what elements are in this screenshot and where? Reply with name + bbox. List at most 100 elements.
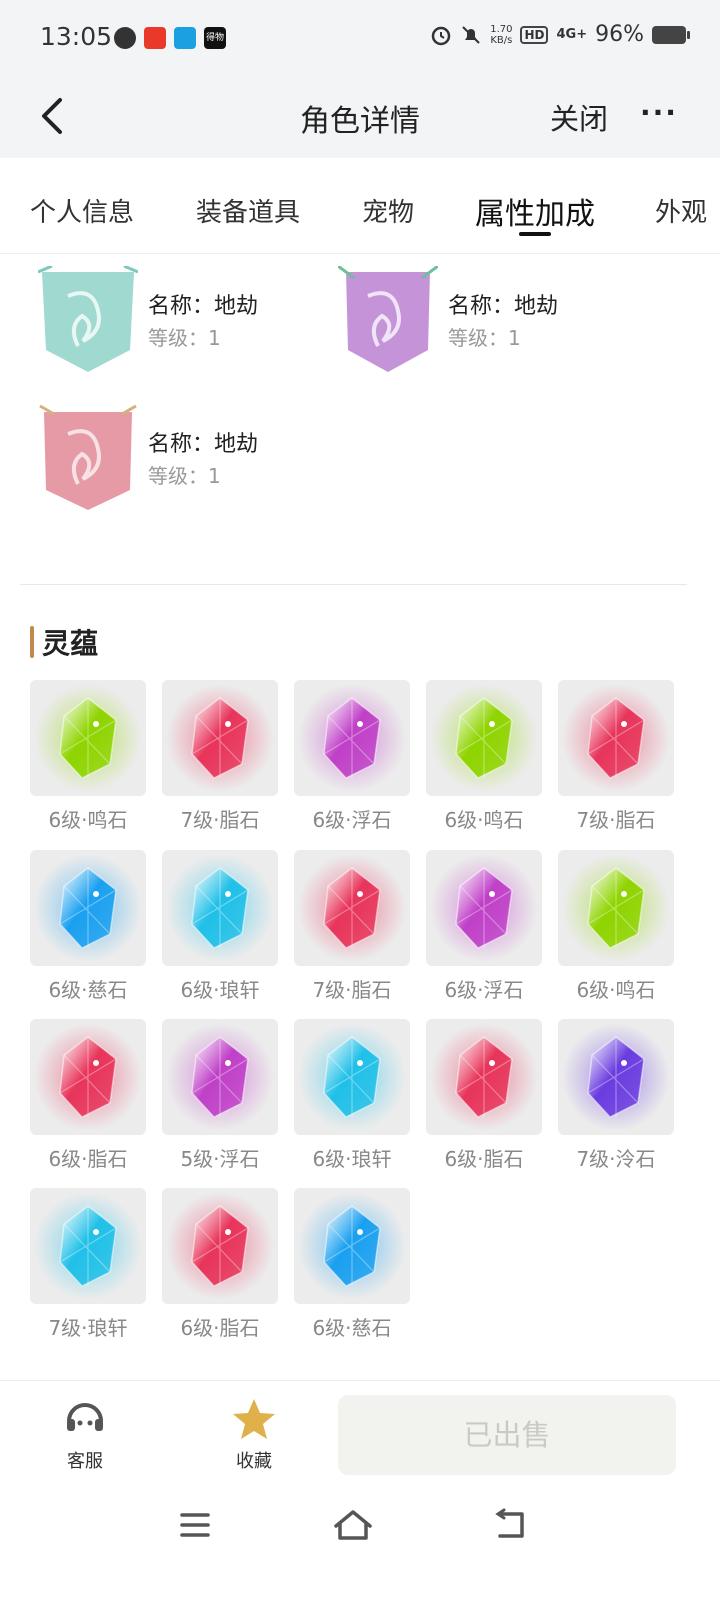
globe-icon [114, 27, 136, 49]
gem-red-icon [430, 1023, 538, 1131]
alarm-icon [431, 26, 451, 45]
gem-item[interactable]: 6级·鸣石 [30, 680, 146, 832]
gem-blue-icon [298, 1192, 406, 1300]
back-icon[interactable] [486, 1500, 536, 1550]
gem-green-icon [430, 684, 538, 792]
gem-tile [294, 680, 410, 796]
gem-cyan-icon [166, 854, 274, 962]
gem-item[interactable]: 7级·脂石 [162, 680, 278, 832]
tab-attribute-bonus[interactable]: 属性加成 [475, 189, 595, 233]
banner-item[interactable]: 名称：地劫 等级：1 [338, 266, 598, 376]
gem-item[interactable]: 6级·鸣石 [426, 680, 542, 832]
gem-label: 6级·慈石 [312, 1316, 392, 1340]
banner-level: 等级：1 [448, 326, 521, 350]
gem-green-icon [562, 854, 670, 962]
mute-bell-icon [462, 25, 480, 44]
menu-icon[interactable] [170, 1500, 220, 1550]
gem-label: 5级·浮石 [180, 1147, 260, 1171]
gem-item[interactable]: 7级·脂石 [558, 680, 674, 832]
gem-cyan-icon [298, 1023, 406, 1131]
gem-item[interactable]: 6级·琅轩 [294, 1019, 410, 1171]
gem-item[interactable]: 6级·脂石 [30, 1019, 146, 1171]
favorite-button[interactable]: 收藏 [214, 1397, 294, 1473]
banner-item[interactable]: 名称：地劫 等级：1 [38, 266, 298, 376]
gem-tile [162, 1019, 278, 1135]
gem-tile [426, 680, 542, 796]
gem-tile [30, 680, 146, 796]
gem-label: 7级·脂石 [180, 808, 260, 832]
gem-violet-icon [562, 1023, 670, 1131]
gem-item[interactable]: 6级·慈石 [30, 850, 146, 1002]
tab-appearance[interactable]: 外观 [655, 192, 707, 229]
sold-out-button[interactable]: 已出售 [338, 1395, 676, 1475]
network-speed: 1.70 KB/s [490, 23, 513, 46]
gem-item[interactable]: 7级·琅轩 [30, 1188, 146, 1340]
banner-item[interactable]: 名称：地劫 等级：1 [38, 404, 298, 514]
gem-label: 6级·脂石 [444, 1147, 524, 1171]
gem-item[interactable]: 6级·脂石 [162, 1188, 278, 1340]
gem-label: 7级·脂石 [312, 978, 392, 1002]
banner-name: 名称：地劫 [148, 294, 259, 319]
gem-tile [294, 1188, 410, 1304]
gem-tile [30, 1188, 146, 1304]
gem-tile [426, 1019, 542, 1135]
star-icon [233, 1399, 275, 1439]
gem-tile [294, 850, 410, 966]
status-bar: 13:05 得物 1.70 KB/s HD 4G+ 96% [0, 0, 720, 76]
status-time: 13:05 [40, 22, 113, 51]
gem-blue-icon [34, 854, 142, 962]
gem-item[interactable]: 6级·脂石 [426, 1019, 542, 1171]
gem-item[interactable]: 7级·泠石 [558, 1019, 674, 1171]
gem-item[interactable]: 6级·鸣石 [558, 850, 674, 1002]
gem-tile [558, 850, 674, 966]
network-type: 4G+ [556, 27, 588, 42]
tab-bar: 个人信息 装备道具 宠物 属性加成 外观 [0, 166, 720, 254]
gem-item[interactable]: 7级·脂石 [294, 850, 410, 1002]
battery-icon [652, 25, 690, 44]
gem-label: 6级·脂石 [48, 1147, 128, 1171]
gem-item[interactable]: 6级·琅轩 [162, 850, 278, 1002]
tab-equipment[interactable]: 装备道具 [196, 192, 300, 229]
gem-purple-icon [430, 854, 538, 962]
gem-label: 6级·浮石 [444, 978, 524, 1002]
gem-purple-icon [166, 1023, 274, 1131]
gem-red-icon [166, 1192, 274, 1300]
section-accent-bar [30, 626, 34, 658]
gem-item[interactable]: 6级·浮石 [426, 850, 542, 1002]
gem-tile [162, 1188, 278, 1304]
home-icon[interactable] [328, 1500, 378, 1550]
gem-label: 6级·慈石 [48, 978, 128, 1002]
nav-bar: 角色详情 关闭 ··· [0, 76, 720, 158]
gem-label: 7级·脂石 [576, 808, 656, 832]
banner-art-icon [38, 266, 138, 372]
gem-label: 6级·鸣石 [444, 808, 524, 832]
gem-tile [162, 850, 278, 966]
more-options-button[interactable]: ··· [640, 96, 678, 129]
gem-label: 6级·琅轩 [180, 978, 260, 1002]
gem-tile [30, 850, 146, 966]
battery-percent: 96% [595, 22, 644, 47]
gem-red-icon [166, 684, 274, 792]
headset-icon [67, 1403, 103, 1431]
bottom-action-bar: 客服 收藏 已出售 [0, 1380, 720, 1600]
gem-label: 6级·脂石 [180, 1316, 260, 1340]
gem-item[interactable]: 6级·慈石 [294, 1188, 410, 1340]
status-app-icons: 得物 [114, 27, 226, 49]
gem-label: 6级·浮石 [312, 808, 392, 832]
banner-name: 名称：地劫 [148, 432, 259, 457]
tab-pets[interactable]: 宠物 [362, 192, 414, 229]
section-title-text: 灵蕴 [42, 627, 99, 660]
dewu-app-icon: 得物 [204, 27, 226, 49]
tab-personal-info[interactable]: 个人信息 [30, 192, 134, 229]
gem-label: 7级·琅轩 [48, 1316, 128, 1340]
gem-tile [30, 1019, 146, 1135]
customer-service-button[interactable]: 客服 [45, 1397, 125, 1473]
banner-level: 等级：1 [148, 464, 221, 488]
gem-item[interactable]: 6级·浮石 [294, 680, 410, 832]
shopping-app-icon [144, 27, 166, 49]
gem-item[interactable]: 5级·浮石 [162, 1019, 278, 1171]
banner-name: 名称：地劫 [448, 294, 559, 319]
close-button[interactable]: 关闭 [550, 96, 608, 138]
banner-art-icon [39, 404, 137, 510]
gem-red-icon [34, 1023, 142, 1131]
